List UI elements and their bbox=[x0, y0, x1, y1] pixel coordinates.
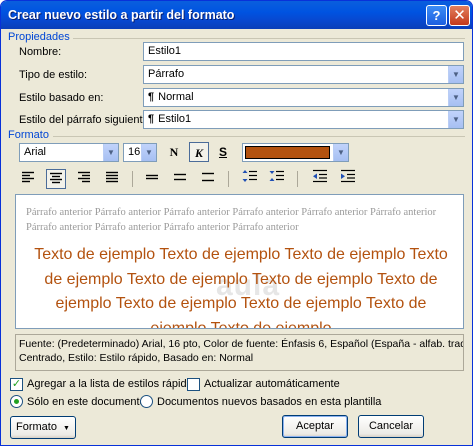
chevron-down-icon[interactable]: ▼ bbox=[448, 66, 463, 83]
align-left-icon bbox=[22, 171, 34, 183]
basado-value: Normal bbox=[158, 91, 194, 103]
justify-button[interactable] bbox=[102, 169, 122, 189]
basado-select[interactable]: ¶ Normal ▼ bbox=[143, 88, 464, 107]
align-right-icon bbox=[78, 171, 90, 183]
size-select[interactable]: 16 ▼ bbox=[123, 143, 157, 162]
outdent-icon bbox=[313, 169, 327, 183]
line-spacing-half-icon bbox=[174, 173, 186, 181]
space-after-icon bbox=[269, 170, 284, 181]
double-spacing-button[interactable] bbox=[198, 169, 218, 189]
dialog-window: Crear nuevo estilo a partir del formato … bbox=[0, 0, 473, 446]
aceptar-button[interactable]: Aceptar bbox=[282, 415, 348, 438]
window-title: Crear nuevo estilo a partir del formato bbox=[8, 8, 235, 22]
align-center-icon bbox=[50, 172, 62, 184]
font-color-select[interactable]: ▼ bbox=[242, 143, 349, 162]
formato-divider bbox=[53, 136, 465, 137]
agregar-checkbox[interactable]: ✓ bbox=[10, 378, 23, 391]
formato-button-label: Formato bbox=[16, 421, 57, 433]
chevron-down-icon[interactable]: ▼ bbox=[103, 144, 118, 161]
nombre-label: Nombre: bbox=[19, 46, 62, 58]
siguiente-value: Estilo1 bbox=[158, 113, 192, 125]
siguiente-select[interactable]: ¶ Estilo1 ▼ bbox=[143, 110, 464, 129]
font-select[interactable]: Arial ▼ bbox=[19, 143, 119, 162]
decrease-indent-button[interactable] bbox=[310, 169, 330, 189]
paragraph-icon: ¶ bbox=[148, 91, 155, 103]
dropdown-arrow-icon: ▼ bbox=[63, 425, 70, 432]
title-bar: Crear nuevo estilo a partir del formato … bbox=[1, 1, 472, 29]
solo-documento-radio[interactable] bbox=[10, 395, 23, 408]
description-line-1: Fuente: (Predeterminado) Arial, 16 pto, … bbox=[19, 338, 464, 350]
chevron-down-icon[interactable]: ▼ bbox=[141, 144, 156, 161]
style-preview: Párrafo anterior Párrafo anterior Párraf… bbox=[15, 194, 464, 329]
line-spacing-double-icon bbox=[202, 172, 214, 182]
bold-button[interactable]: N bbox=[164, 142, 184, 162]
help-icon[interactable]: ? bbox=[426, 5, 447, 26]
nombre-input[interactable]: Estilo1 bbox=[143, 42, 464, 61]
align-center-button[interactable] bbox=[46, 169, 66, 189]
tipo-estilo-label: Tipo de estilo: bbox=[19, 69, 88, 81]
space-before-icon bbox=[242, 170, 257, 182]
increase-spacing-button[interactable] bbox=[240, 169, 260, 189]
toolbar-separator bbox=[132, 171, 133, 187]
description-line-2: Centrado, Estilo: Estilo rápido, Basado … bbox=[19, 352, 254, 364]
nuevos-documentos-label: Documentos nuevos basados en esta planti… bbox=[157, 396, 382, 408]
decrease-spacing-button[interactable] bbox=[267, 169, 287, 189]
basado-label: Estilo basado en: bbox=[19, 92, 104, 104]
agregar-label: Agregar a la lista de estilos rápidos bbox=[27, 378, 199, 390]
nuevos-documentos-radio[interactable] bbox=[140, 395, 153, 408]
tipo-estilo-value: Párrafo bbox=[148, 68, 185, 80]
cancelar-button[interactable]: Cancelar bbox=[358, 415, 424, 438]
chevron-down-icon[interactable]: ▼ bbox=[448, 89, 463, 106]
actualizar-label: Actualizar automáticamente bbox=[204, 378, 340, 390]
size-value: 16 bbox=[128, 146, 141, 158]
solo-documento-label: Sólo en este documento bbox=[27, 396, 146, 408]
line-spacing-single-icon bbox=[146, 174, 158, 180]
chevron-down-icon[interactable]: ▼ bbox=[333, 144, 348, 161]
increase-indent-button[interactable] bbox=[338, 169, 358, 189]
underline-button[interactable]: S bbox=[213, 142, 233, 162]
font-value: Arial bbox=[24, 146, 47, 158]
indent-icon bbox=[341, 169, 355, 183]
align-left-button[interactable] bbox=[18, 169, 38, 189]
align-right-button[interactable] bbox=[74, 169, 94, 189]
italic-button[interactable]: K bbox=[189, 142, 209, 162]
tipo-estilo-select[interactable]: Párrafo ▼ bbox=[143, 65, 464, 84]
chevron-down-icon[interactable]: ▼ bbox=[448, 111, 463, 128]
previous-paragraph-text: Párrafo anterior Párrafo anterior Párraf… bbox=[26, 207, 437, 233]
paragraph-icon: ¶ bbox=[148, 113, 155, 125]
radio-selected-dot bbox=[14, 399, 19, 404]
close-icon[interactable]: ✕ bbox=[449, 5, 470, 26]
actualizar-checkbox[interactable] bbox=[187, 378, 200, 391]
toolbar-separator bbox=[297, 171, 298, 187]
justify-icon bbox=[106, 171, 118, 183]
siguiente-label: Estilo del párrafo siguiente: bbox=[19, 114, 152, 126]
formato-heading: Formato bbox=[8, 129, 49, 141]
single-spacing-button[interactable] bbox=[142, 169, 162, 189]
formato-button[interactable]: Formato ▼ bbox=[10, 416, 76, 439]
font-color-swatch bbox=[245, 146, 330, 159]
propiedades-divider bbox=[73, 38, 465, 39]
style-description: Fuente: (Predeterminado) Arial, 16 pto, … bbox=[15, 334, 464, 371]
propiedades-heading: Propiedades bbox=[8, 31, 70, 43]
one-half-spacing-button[interactable] bbox=[170, 169, 190, 189]
sample-text: Texto de ejemplo Texto de ejemplo Texto … bbox=[34, 246, 448, 329]
toolbar-separator bbox=[228, 171, 229, 187]
